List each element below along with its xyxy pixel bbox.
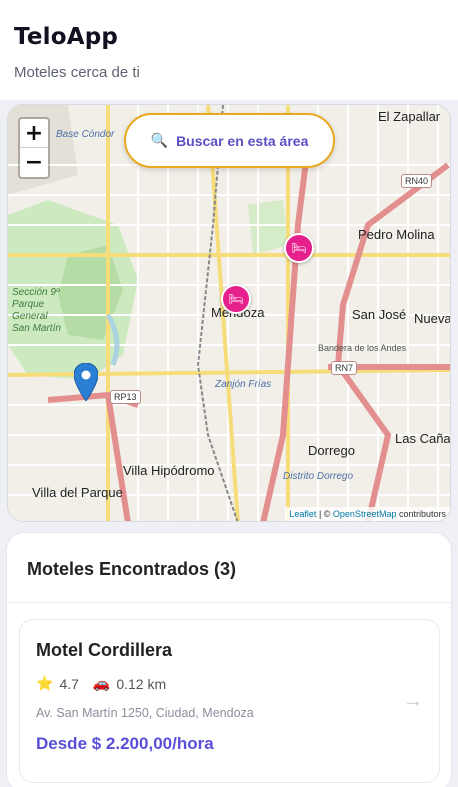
attribution-suffix: contributors	[396, 509, 446, 519]
search-area-label: Buscar en esta área	[176, 132, 309, 149]
map-label-villa-hipodromo: Villa Hipódromo	[123, 463, 215, 478]
distance: 🚗 0.12 km	[93, 675, 166, 692]
map-label-dorrego: Dorrego	[308, 443, 355, 458]
app-title: TeloApp	[14, 24, 119, 50]
star-icon: ⭐	[36, 675, 54, 691]
leaflet-link[interactable]: Leaflet	[289, 509, 316, 519]
map-label-zanjon-frias: Zanjón Frías	[215, 379, 272, 390]
map-label-el-zapallar: El Zapallar	[378, 109, 441, 124]
map-label-bandera-andes: Bandera de los Andes	[318, 343, 407, 353]
bed-icon: 🛏	[291, 241, 307, 255]
motel-address: Av. San Martín 1250, Ciudad, Mendoza	[36, 706, 254, 720]
attribution-separator: | ©	[316, 509, 333, 519]
motel-card[interactable]: Motel Cordillera ⭐ 4.7 🚗 0.12 km Av. San…	[19, 619, 440, 783]
rating-value: 4.7	[59, 675, 79, 692]
results-title: Moteles Encontrados (3)	[7, 533, 451, 603]
map-label-base-condor: Base Cóndor	[56, 129, 115, 140]
road-shield-rp13: RP13	[110, 390, 141, 404]
car-icon: 🚗	[92, 675, 111, 691]
bed-icon: 🛏	[228, 292, 244, 306]
map-label-parque-san-martin: Sección 9º Parque General San Martín	[12, 287, 61, 334]
map-label-villa-del-parque: Villa del Parque	[32, 485, 123, 500]
osm-link[interactable]: OpenStreetMap	[333, 509, 397, 519]
rating: ⭐ 4.7	[36, 675, 79, 692]
motel-marker-icon[interactable]: 🛏	[221, 284, 251, 314]
map-label-san-jose: San José	[352, 307, 407, 322]
motel-marker-icon[interactable]: 🛏	[284, 233, 314, 263]
road-shield-rn40: RN40	[401, 174, 433, 188]
results-panel: Moteles Encontrados (3) Motel Cordillera…	[6, 532, 452, 787]
motel-name: Motel Cordillera	[36, 640, 173, 660]
app-header: TeloApp Moteles cerca de ti	[0, 0, 458, 100]
motel-meta: ⭐ 4.7 🚗 0.12 km	[36, 675, 423, 692]
arrow-right-icon[interactable]: →	[403, 690, 423, 713]
map-label-pedro-molina: Pedro Molina	[358, 227, 435, 242]
map-attribution: Leaflet | © OpenStreetMap contributors	[285, 507, 450, 521]
map-label-distrito-dorrego: Distrito Dorrego	[283, 471, 354, 482]
road-shield-rn7: RN7	[331, 361, 358, 375]
zoom-in-button[interactable]: +	[20, 119, 48, 148]
search-area-button[interactable]: 🔍 Buscar en esta área	[124, 113, 335, 168]
map-label-nueva: Nueva	[414, 311, 451, 326]
zoom-out-button[interactable]: −	[20, 148, 48, 177]
location-pin-icon[interactable]	[73, 362, 99, 406]
motel-price: Desde $ 2.200,00/hora	[36, 734, 214, 753]
zoom-control: + −	[18, 117, 50, 179]
map[interactable]: El Zapallar Pedro Molina Mendoza San Jos…	[7, 104, 451, 522]
app-subtitle: Moteles cerca de ti	[14, 64, 140, 81]
distance-value: 0.12 km	[116, 675, 167, 692]
map-label-las-canas: Las Cañas	[395, 431, 451, 446]
magnifier-icon: 🔍	[150, 132, 169, 148]
